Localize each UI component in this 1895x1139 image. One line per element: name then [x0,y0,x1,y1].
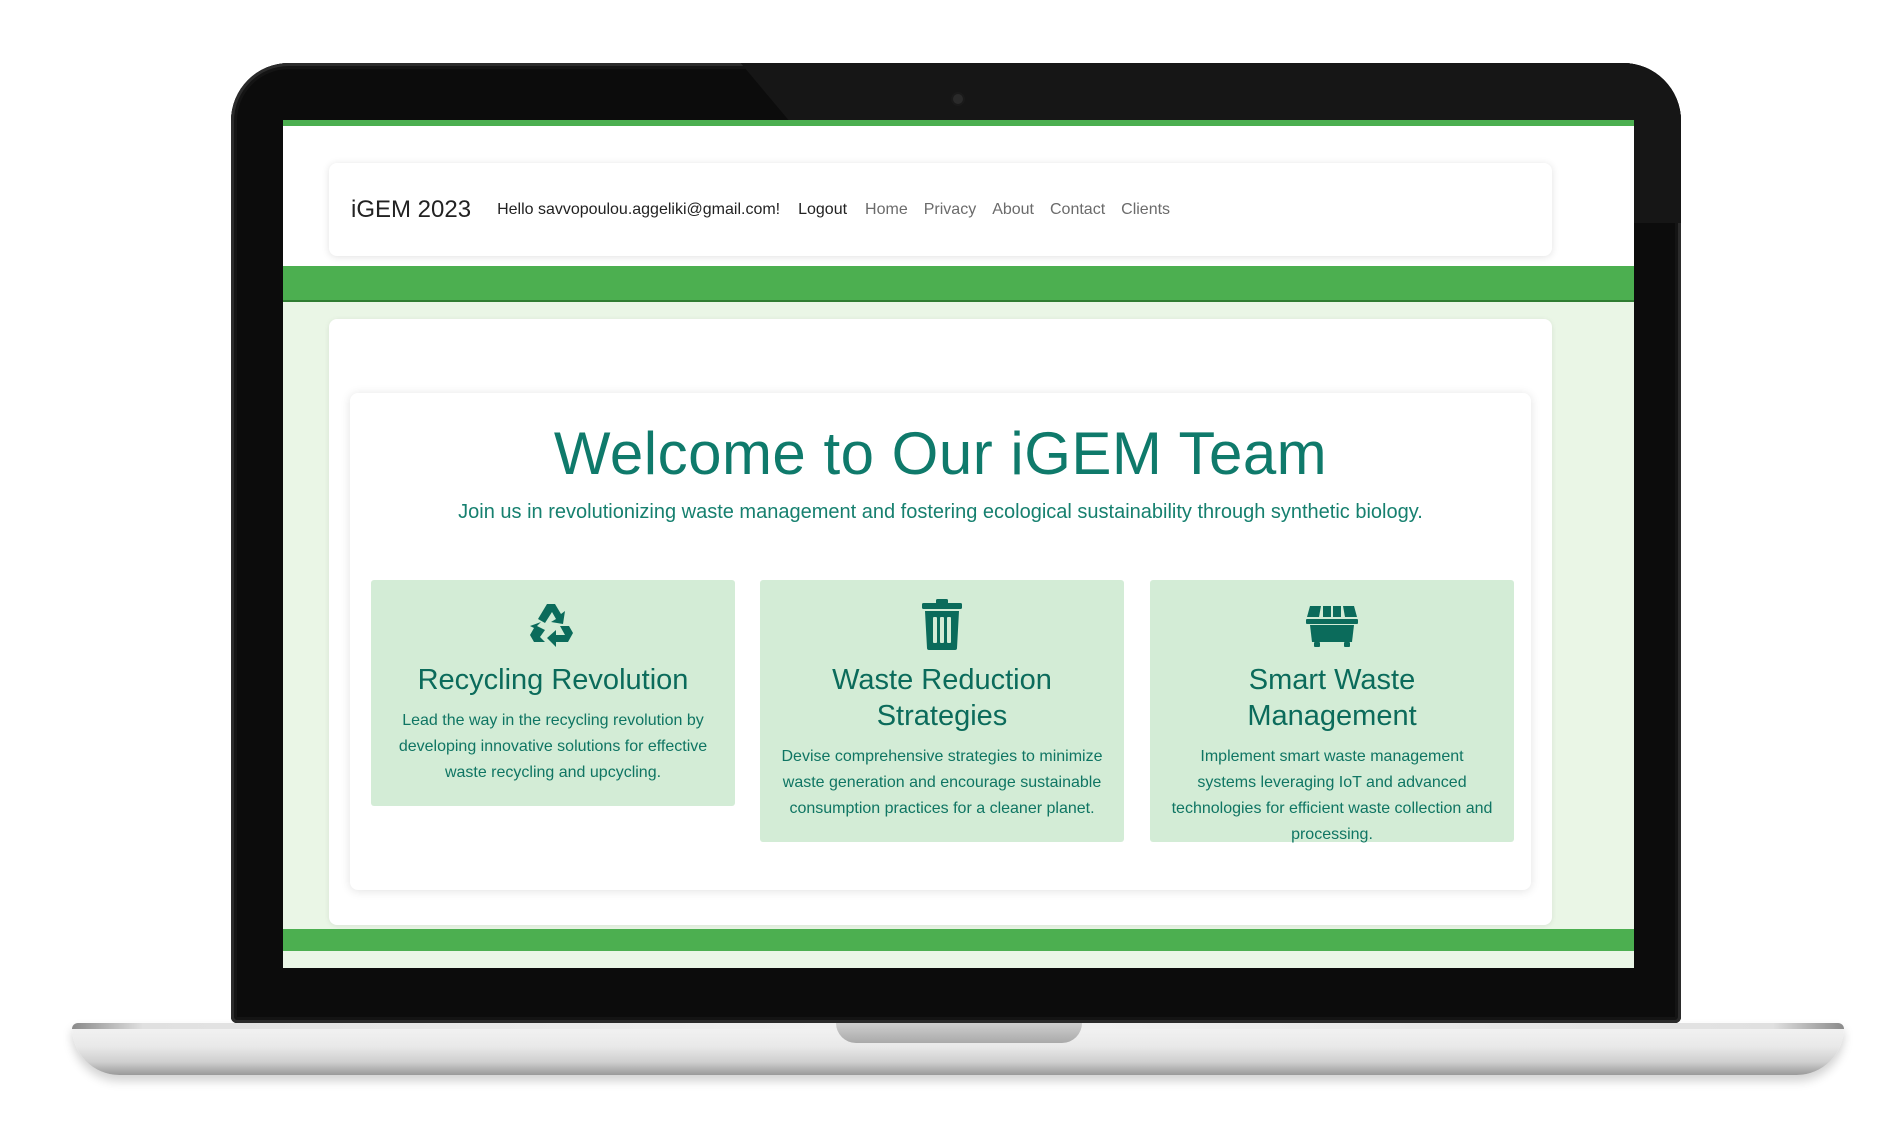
feature-text: Lead the way in the recycling revolution… [398,712,708,781]
nav-link-home[interactable]: Home [865,201,908,219]
nav-link-clients[interactable]: Clients [1121,201,1170,219]
nav-links: Home Privacy About Contact Clients [865,201,1186,219]
user-greeting: Hello savvopoulou.aggeliki@gmail.com! [497,200,781,218]
laptop-screen: iGEM 2023 Hello savvopoulou.aggeliki@gma… [283,120,1634,968]
feature-title: Waste Reduction Strategies [832,664,1052,732]
feature-card-recycling: Recycling Revolution Lead the way in the… [371,580,735,806]
footer-green-band [283,929,1634,951]
logout-button[interactable]: Logout [798,201,847,219]
trash-icon [922,599,962,650]
nav-link-contact[interactable]: Contact [1050,201,1105,219]
dumpster-icon [1306,606,1358,647]
main-content-card: Welcome to Our iGEM Team Join us in revo… [329,319,1552,925]
feature-card-waste-reduction: Waste Reduction Strategies Devise compre… [760,580,1124,842]
feature-text: Implement smart waste management systems… [1171,748,1493,843]
footer-area [283,951,1634,968]
page-subtitle: Join us in revolutionizing waste managem… [458,501,1423,523]
navbar: iGEM 2023 Hello savvopoulou.aggeliki@gma… [329,163,1552,256]
header-area: iGEM 2023 Hello savvopoulou.aggeliki@gma… [283,126,1634,266]
recycle-icon [530,604,573,647]
feature-title: Smart Waste Management [1247,664,1417,732]
brand-link[interactable]: iGEM 2023 [351,196,471,224]
feature-text: Devise comprehensive strategies to minim… [781,748,1103,817]
webcam [953,94,963,104]
header-green-band [283,266,1634,302]
feature-title: Recycling Revolution [417,664,689,696]
feature-card-smart-waste: Smart Waste Management Implement smart w… [1150,580,1514,843]
nav-link-privacy[interactable]: Privacy [924,201,976,219]
page-title: Welcome to Our iGEM Team [553,420,1328,487]
nav-link-about[interactable]: About [992,201,1034,219]
hero-card: Welcome to Our iGEM Team Join us in revo… [350,393,1531,890]
laptop-notch [836,1023,1082,1043]
